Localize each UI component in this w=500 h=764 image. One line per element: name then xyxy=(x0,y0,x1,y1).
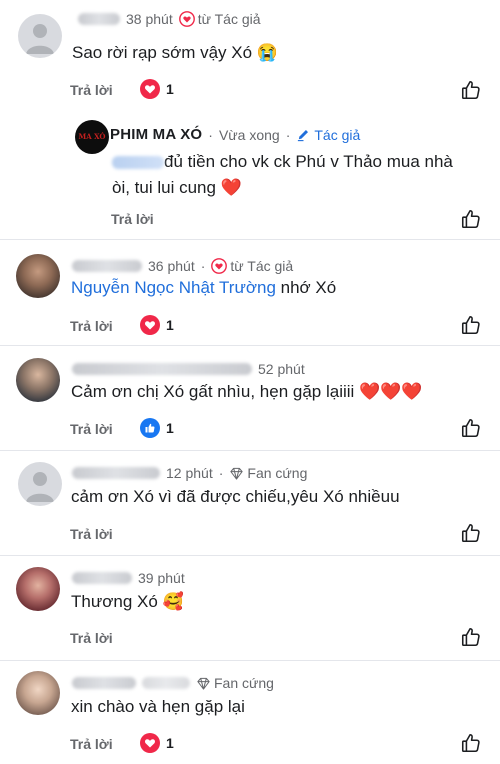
comment-text: Thương Xó 🥰 xyxy=(71,592,184,611)
comment-time[interactable]: 39 phút xyxy=(138,570,185,586)
reaction-count: 1 xyxy=(166,317,174,333)
thumbs-up-icon[interactable] xyxy=(460,417,482,439)
avatar[interactable] xyxy=(16,254,60,298)
comment-text: Cảm ơn chị Xó gất nhìu, hẹn gặp lạiiii ❤… xyxy=(71,382,423,401)
comment-meta: 38 phút từ Tác giả xyxy=(78,11,261,27)
thumbs-up-icon[interactable] xyxy=(460,626,482,648)
divider xyxy=(0,450,500,451)
comment-meta: Fan cứng xyxy=(72,675,274,691)
heart-outline-icon xyxy=(178,11,195,27)
pencil-icon xyxy=(298,130,309,142)
reply-button[interactable]: Trả lời xyxy=(70,318,113,334)
diamond-icon xyxy=(230,467,244,480)
divider xyxy=(0,555,500,556)
avatar[interactable] xyxy=(16,671,60,715)
thumbs-up-icon[interactable] xyxy=(460,732,482,754)
fan-badge[interactable]: Fan cứng xyxy=(229,465,307,481)
like-reaction-icon xyxy=(140,418,160,438)
reply-text-line1: đủ tiền cho vk ck Phú v Thảo mua nhà xyxy=(164,152,453,171)
default-avatar-icon xyxy=(26,472,54,502)
reaction-count: 1 xyxy=(166,420,174,436)
page-avatar[interactable]: MA XÓ xyxy=(75,120,109,154)
reply-text: đủ tiền cho vk ck Phú v Thảo mua nhà òi,… xyxy=(112,149,453,201)
comment-time-blurred[interactable] xyxy=(142,677,190,689)
badge-label: từ Tác giả xyxy=(230,258,294,274)
badge-label: Fan cứng xyxy=(247,465,308,481)
comment-time[interactable]: 12 phút xyxy=(166,465,213,481)
heart-reaction-icon xyxy=(140,79,160,99)
avatar-default[interactable] xyxy=(18,462,62,506)
comment-meta: 52 phút xyxy=(72,361,305,377)
comment-text: Nguyễn Ngọc Nhật Trường nhớ Xó xyxy=(71,275,336,301)
divider xyxy=(0,660,500,661)
default-avatar-icon xyxy=(26,24,54,54)
divider xyxy=(0,239,500,240)
reply-button[interactable]: Trả lời xyxy=(70,82,113,98)
comment-text: xin chào và hẹn gặp lại xyxy=(71,697,245,716)
reaction-summary[interactable]: 1 xyxy=(140,315,174,335)
fan-badge[interactable]: Fan cứng xyxy=(196,675,274,691)
comment-meta: 39 phút xyxy=(72,570,185,586)
heart-reaction-icon xyxy=(140,315,160,335)
comment-meta: 12 phút · Fan cứng xyxy=(72,465,307,481)
author-name-blurred[interactable] xyxy=(72,260,142,272)
author-name[interactable]: PHIM MA XÓ xyxy=(110,126,202,143)
author-badge: Tác giả xyxy=(296,127,360,143)
reaction-summary[interactable]: 1 xyxy=(140,733,174,753)
author-name-blurred[interactable] xyxy=(72,363,252,375)
thumbs-up-icon[interactable] xyxy=(460,314,482,336)
mentioned-name-blurred[interactable] xyxy=(112,156,164,170)
divider xyxy=(0,345,500,346)
author-name-blurred[interactable] xyxy=(72,572,132,584)
heart-reaction-icon xyxy=(140,733,160,753)
badge-label: từ Tác giả xyxy=(197,11,261,27)
badge-label: Fan cứng xyxy=(214,675,274,691)
reply-button[interactable]: Trả lời xyxy=(70,526,113,542)
reaction-summary[interactable]: 1 xyxy=(140,79,174,99)
avatar-default[interactable] xyxy=(18,14,62,58)
comment-text: Sao rời rạp sớm vậy Xó 😭 xyxy=(72,43,278,62)
thumbs-up-icon[interactable] xyxy=(460,79,482,101)
heart-outline-icon xyxy=(211,258,228,274)
mention-link[interactable]: Nguyễn Ngọc Nhật Trường xyxy=(71,278,276,297)
comment-time[interactable]: 38 phút xyxy=(126,11,173,27)
avatar[interactable] xyxy=(16,567,60,611)
diamond-icon xyxy=(197,677,210,690)
comment-text-tail: nhớ Xó xyxy=(280,278,337,297)
reply-button[interactable]: Trả lời xyxy=(70,421,113,437)
page-logo-text: MA XÓ xyxy=(78,132,106,141)
reaction-count: 1 xyxy=(166,735,174,751)
comment-text: cảm ơn Xó vì đã được chiếu,yêu Xó nhiềuu xyxy=(71,487,400,506)
comment-time[interactable]: 52 phút xyxy=(258,361,305,377)
avatar[interactable] xyxy=(16,358,60,402)
author-name-blurred[interactable] xyxy=(72,467,160,479)
reaction-summary[interactable]: 1 xyxy=(140,418,174,438)
reply-button[interactable]: Trả lời xyxy=(70,736,113,752)
comment-meta: 36 phút · từ Tác giả xyxy=(72,258,293,274)
thumbs-up-icon[interactable] xyxy=(460,208,482,230)
reply-meta: PHIM MA XÓ · Vừa xong · Tác giả xyxy=(110,126,361,143)
comment-time[interactable]: 36 phút xyxy=(148,258,195,274)
reply-time[interactable]: Vừa xong xyxy=(219,127,280,143)
reaction-count: 1 xyxy=(166,81,174,97)
author-like-badge: từ Tác giả xyxy=(211,258,293,274)
author-name-blurred[interactable] xyxy=(72,677,136,689)
author-name-blurred[interactable] xyxy=(78,13,120,25)
badge-label: Tác giả xyxy=(314,126,361,143)
thumbs-up-icon[interactable] xyxy=(460,522,482,544)
reply-text-line2: òi, tui lui cung ❤️ xyxy=(112,178,242,197)
reply-button[interactable]: Trả lời xyxy=(70,630,113,646)
author-like-badge: từ Tác giả xyxy=(178,11,261,27)
reply-button[interactable]: Trả lời xyxy=(111,211,154,227)
